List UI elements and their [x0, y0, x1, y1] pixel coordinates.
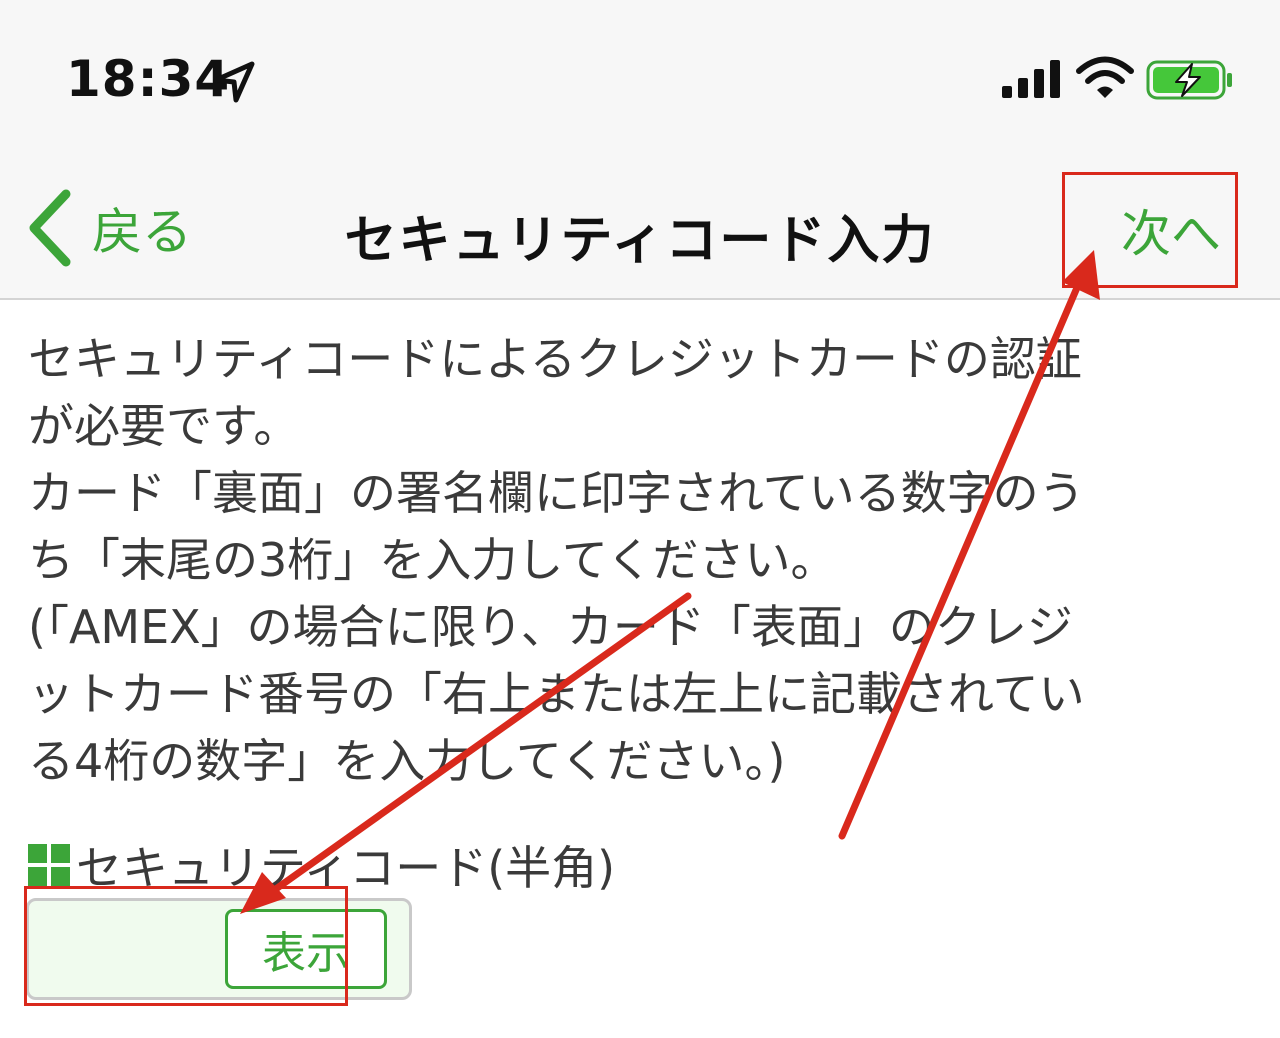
- instruction-line: る4桁の数字」を入力してください。): [28, 734, 786, 788]
- cellular-signal-icon: [1002, 60, 1060, 98]
- location-arrow-icon: [213, 61, 255, 103]
- annotation-highlight-box: [24, 886, 348, 1006]
- green-grid-icon: [28, 844, 70, 886]
- instruction-line: セキュリティコードによるクレジットカードの認証: [28, 332, 1082, 386]
- instruction-line: ットカード番号の「右上または左上に記載されてい: [28, 667, 1085, 721]
- navigation-bar: 戻る セキュリティコード入力 次へ: [0, 150, 1280, 300]
- back-button[interactable]: 戻る: [24, 188, 192, 268]
- instruction-line: ち「末尾の3桁」を入力してください。: [28, 533, 837, 587]
- instruction-text: セキュリティコードによるクレジットカードの認証 が必要です。 カード「裏面」の署…: [28, 326, 1258, 795]
- instruction-line: が必要です。: [28, 399, 300, 453]
- status-time: 18:34: [66, 50, 231, 108]
- wifi-icon: [1076, 56, 1134, 98]
- next-label: 次へ: [1121, 205, 1221, 263]
- battery-charging-icon: [1146, 60, 1232, 100]
- instruction-line: カード「裏面」の署名欄に印字されている数字のう: [28, 466, 1085, 520]
- chevron-left-icon: [29, 189, 71, 267]
- next-button[interactable]: 次へ: [1062, 172, 1238, 288]
- status-bar: 18:34: [0, 0, 1280, 150]
- back-label: 戻る: [92, 203, 192, 261]
- instruction-line: (「AMEX」の場合に限り、カード「表面」のクレジ: [28, 600, 1073, 654]
- page-title: セキュリティコード入力: [344, 211, 936, 271]
